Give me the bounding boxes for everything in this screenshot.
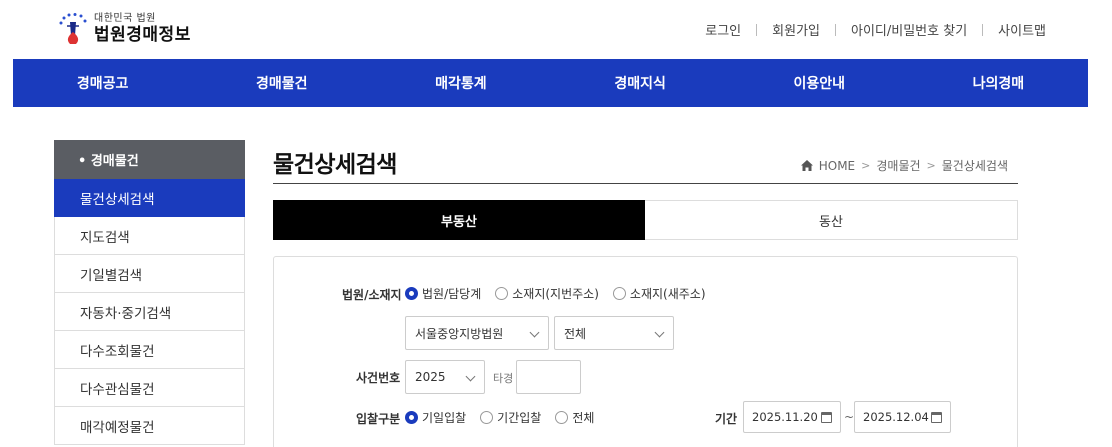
title-divider [273,183,1018,184]
radio-court-department[interactable]: 법원/담당계 [405,285,481,302]
court-select[interactable]: 서울중앙지방법원 [405,316,549,350]
radio-label: 전체 [572,411,595,425]
sidebar-item-date-search[interactable]: 기일별검색 [54,255,245,293]
nav-usage-guide[interactable]: 이용안내 [730,59,909,107]
page-title: 물건상세검색 [273,152,397,178]
radio-lot-address[interactable]: 소재지(지번주소) [495,285,599,302]
sidebar-heading: • 경매물건 [54,140,245,179]
radio-unchecked-icon [555,411,569,424]
case-number-input[interactable] [516,360,581,394]
tab-movable-property[interactable]: 동산 [645,200,1018,240]
court-location-label: 법원/소재지 [342,288,402,302]
chevron-down-icon [529,327,540,338]
chevron-right-icon: > [861,159,871,172]
divider [756,23,758,36]
date-to-input[interactable]: 2025.12.04 [854,401,951,433]
radio-all-bid[interactable]: 전체 [555,409,594,426]
bid-type-label: 입찰구분 [356,412,401,426]
case-year-select[interactable]: 2025 [405,360,485,394]
logo-title: 법원경매정보 [94,25,191,45]
divider [982,23,984,36]
radio-date-bid[interactable]: 기일입찰 [405,409,466,426]
chevron-down-icon [465,371,476,382]
radio-unchecked-icon [495,287,509,300]
court-location-radio-group: 법원/담당계 소재지(지번주소) 소재지(새주소) [405,285,720,302]
nav-my-auction[interactable]: 나의경매 [909,59,1088,107]
nav-auction-knowledge[interactable]: 경매지식 [551,59,730,107]
date-range-separator: ~ [844,410,855,424]
case-year-value: 2025 [415,370,446,384]
chevron-right-icon: > [926,159,936,172]
find-account-link[interactable]: 아이디/비밀번호 찾기 [851,20,967,39]
utility-links: 로그인 회원가입 아이디/비밀번호 찾기 사이트맵 [705,20,1046,39]
site-header: 대한민국 법원 법원경매정보 로그인 회원가입 아이디/비밀번호 찾기 사이트맵 [0,0,1112,58]
radio-checked-icon [405,287,418,300]
radio-road-address[interactable]: 소재지(새주소) [612,285,706,302]
radio-unchecked-icon [612,287,626,300]
home-icon [800,160,813,171]
property-type-tabs: 부동산 동산 [273,200,1018,240]
radio-unchecked-icon [480,411,494,424]
department-select-value: 전체 [564,326,587,341]
divider [835,23,836,36]
tab-real-estate[interactable]: 부동산 [273,200,645,240]
department-select[interactable]: 전체 [554,316,674,350]
radio-checked-icon [405,411,418,424]
radio-label: 소재지(지번주소) [512,287,599,301]
sidebar-item-scheduled-sale[interactable]: 매각예정물건 [54,407,245,445]
radio-label: 기간입찰 [497,411,542,425]
radio-period-bid[interactable]: 기간입찰 [480,409,541,426]
calendar-icon[interactable] [821,412,832,423]
nav-auction-notice[interactable]: 경매공고 [13,59,192,107]
site-logo[interactable]: 대한민국 법원 법원경매정보 [58,12,191,46]
breadcrumb: HOME > 경매물건 > 물건상세검색 [800,157,1008,174]
case-type-label: 타경 [493,372,514,385]
radio-label: 기일입찰 [422,411,467,425]
chevron-down-icon [654,327,665,338]
case-number-label: 사건번호 [356,371,401,385]
court-select-value: 서울중앙지방법원 [415,326,504,341]
sidebar-item-most-interested[interactable]: 다수관심물건 [54,369,245,407]
radio-label: 법원/담당계 [422,287,482,301]
sidebar-item-detail-search[interactable]: 물건상세검색 [54,179,245,217]
logo-subtitle: 대한민국 법원 [94,13,156,24]
breadcrumb-current: 물건상세검색 [941,159,1008,173]
sidebar: • 경매물건 물건상세검색 지도검색 기일별검색 자동차·중기검색 다수조회물건… [54,140,245,445]
breadcrumb-auction-items[interactable]: 경매물건 [876,157,920,174]
calendar-icon[interactable] [931,412,942,423]
login-link[interactable]: 로그인 [705,20,741,39]
radio-label: 소재지(새주소) [629,287,706,301]
sitemap-link[interactable]: 사이트맵 [998,20,1046,39]
breadcrumb-home[interactable]: HOME [819,159,855,173]
sidebar-item-most-viewed[interactable]: 다수조회물건 [54,331,245,369]
date-from-input[interactable]: 2025.11.20 [743,401,841,433]
nav-sale-statistics[interactable]: 매각통계 [371,59,550,107]
date-from-value: 2025.11.20 [752,410,818,424]
sidebar-item-map-search[interactable]: 지도검색 [54,217,245,255]
court-emblem-icon [58,12,88,46]
signup-link[interactable]: 회원가입 [772,20,820,39]
sidebar-item-vehicle-search[interactable]: 자동차·중기검색 [54,293,245,331]
main-nav: 경매공고 경매물건 매각통계 경매지식 이용안내 나의경매 [13,59,1088,107]
bid-type-radio-group: 기일입찰 기간입찰 전체 [405,409,608,426]
period-label: 기간 [715,412,738,426]
date-to-value: 2025.12.04 [863,410,929,424]
search-form: 법원/소재지 법원/담당계 소재지(지번주소) 소재지(새주소) 서울중앙지방법… [273,256,1018,447]
nav-auction-items[interactable]: 경매물건 [192,59,371,107]
